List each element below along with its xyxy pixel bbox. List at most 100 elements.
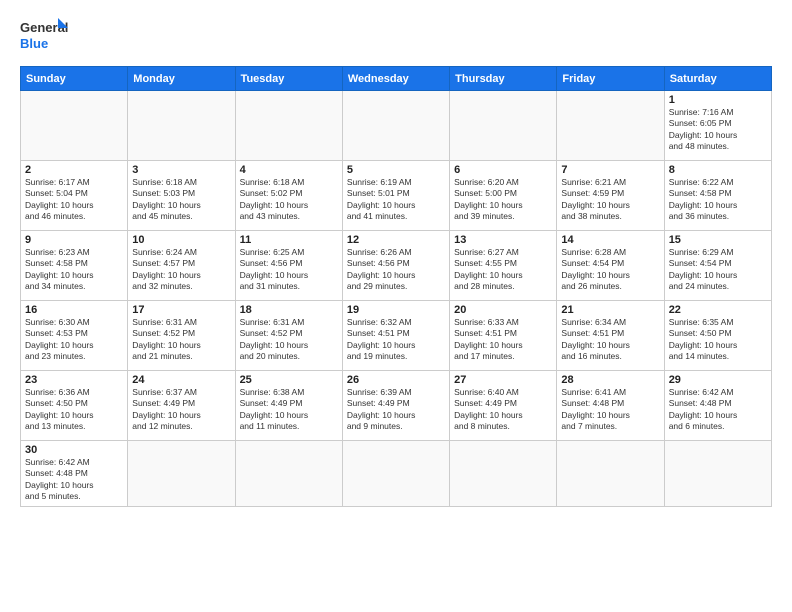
- day-number: 26: [347, 374, 445, 386]
- day-info: Sunrise: 6:18 AM Sunset: 5:02 PM Dayligh…: [240, 177, 338, 223]
- day-number: 18: [240, 304, 338, 316]
- calendar-cell: 27Sunrise: 6:40 AM Sunset: 4:49 PM Dayli…: [450, 371, 557, 441]
- day-number: 12: [347, 234, 445, 246]
- calendar-week-row: 2Sunrise: 6:17 AM Sunset: 5:04 PM Daylig…: [21, 161, 772, 231]
- day-number: 4: [240, 164, 338, 176]
- day-number: 9: [25, 234, 123, 246]
- calendar-cell: 16Sunrise: 6:30 AM Sunset: 4:53 PM Dayli…: [21, 301, 128, 371]
- calendar-cell: 10Sunrise: 6:24 AM Sunset: 4:57 PM Dayli…: [128, 231, 235, 301]
- day-info: Sunrise: 6:29 AM Sunset: 4:54 PM Dayligh…: [669, 247, 767, 293]
- page: General Blue SundayMondayTuesdayWednesda…: [0, 0, 792, 612]
- calendar-cell: [235, 441, 342, 507]
- col-header-saturday: Saturday: [664, 67, 771, 91]
- svg-text:Blue: Blue: [20, 36, 48, 51]
- day-info: Sunrise: 6:20 AM Sunset: 5:00 PM Dayligh…: [454, 177, 552, 223]
- calendar-cell: 23Sunrise: 6:36 AM Sunset: 4:50 PM Dayli…: [21, 371, 128, 441]
- day-number: 2: [25, 164, 123, 176]
- calendar-cell: [342, 91, 449, 161]
- calendar-cell: 14Sunrise: 6:28 AM Sunset: 4:54 PM Dayli…: [557, 231, 664, 301]
- day-info: Sunrise: 6:25 AM Sunset: 4:56 PM Dayligh…: [240, 247, 338, 293]
- col-header-friday: Friday: [557, 67, 664, 91]
- day-number: 22: [669, 304, 767, 316]
- day-number: 30: [25, 444, 123, 456]
- day-info: Sunrise: 6:42 AM Sunset: 4:48 PM Dayligh…: [669, 387, 767, 433]
- day-info: Sunrise: 6:18 AM Sunset: 5:03 PM Dayligh…: [132, 177, 230, 223]
- day-number: 1: [669, 94, 767, 106]
- calendar-cell: 12Sunrise: 6:26 AM Sunset: 4:56 PM Dayli…: [342, 231, 449, 301]
- day-number: 6: [454, 164, 552, 176]
- day-number: 7: [561, 164, 659, 176]
- day-info: Sunrise: 6:36 AM Sunset: 4:50 PM Dayligh…: [25, 387, 123, 433]
- day-info: Sunrise: 6:39 AM Sunset: 4:49 PM Dayligh…: [347, 387, 445, 433]
- day-number: 24: [132, 374, 230, 386]
- day-number: 16: [25, 304, 123, 316]
- col-header-wednesday: Wednesday: [342, 67, 449, 91]
- calendar-cell: 3Sunrise: 6:18 AM Sunset: 5:03 PM Daylig…: [128, 161, 235, 231]
- day-info: Sunrise: 6:31 AM Sunset: 4:52 PM Dayligh…: [132, 317, 230, 363]
- day-number: 17: [132, 304, 230, 316]
- day-info: Sunrise: 6:31 AM Sunset: 4:52 PM Dayligh…: [240, 317, 338, 363]
- day-number: 15: [669, 234, 767, 246]
- day-number: 5: [347, 164, 445, 176]
- calendar-cell: 7Sunrise: 6:21 AM Sunset: 4:59 PM Daylig…: [557, 161, 664, 231]
- calendar-cell: [450, 441, 557, 507]
- calendar-cell: [128, 441, 235, 507]
- col-header-sunday: Sunday: [21, 67, 128, 91]
- day-number: 8: [669, 164, 767, 176]
- day-number: 3: [132, 164, 230, 176]
- day-number: 10: [132, 234, 230, 246]
- calendar-cell: 25Sunrise: 6:38 AM Sunset: 4:49 PM Dayli…: [235, 371, 342, 441]
- day-number: 25: [240, 374, 338, 386]
- calendar-cell: 1Sunrise: 7:16 AM Sunset: 6:05 PM Daylig…: [664, 91, 771, 161]
- day-info: Sunrise: 6:42 AM Sunset: 4:48 PM Dayligh…: [25, 457, 123, 503]
- calendar-cell: 20Sunrise: 6:33 AM Sunset: 4:51 PM Dayli…: [450, 301, 557, 371]
- calendar-cell: [557, 91, 664, 161]
- day-info: Sunrise: 6:34 AM Sunset: 4:51 PM Dayligh…: [561, 317, 659, 363]
- calendar-cell: 24Sunrise: 6:37 AM Sunset: 4:49 PM Dayli…: [128, 371, 235, 441]
- day-info: Sunrise: 6:30 AM Sunset: 4:53 PM Dayligh…: [25, 317, 123, 363]
- col-header-tuesday: Tuesday: [235, 67, 342, 91]
- calendar-cell: 4Sunrise: 6:18 AM Sunset: 5:02 PM Daylig…: [235, 161, 342, 231]
- day-info: Sunrise: 6:35 AM Sunset: 4:50 PM Dayligh…: [669, 317, 767, 363]
- col-header-thursday: Thursday: [450, 67, 557, 91]
- col-header-monday: Monday: [128, 67, 235, 91]
- calendar-cell: 19Sunrise: 6:32 AM Sunset: 4:51 PM Dayli…: [342, 301, 449, 371]
- calendar-cell: 5Sunrise: 6:19 AM Sunset: 5:01 PM Daylig…: [342, 161, 449, 231]
- calendar-cell: 17Sunrise: 6:31 AM Sunset: 4:52 PM Dayli…: [128, 301, 235, 371]
- logo: General Blue: [20, 16, 70, 56]
- day-info: Sunrise: 6:21 AM Sunset: 4:59 PM Dayligh…: [561, 177, 659, 223]
- calendar-cell: 28Sunrise: 6:41 AM Sunset: 4:48 PM Dayli…: [557, 371, 664, 441]
- day-number: 13: [454, 234, 552, 246]
- calendar-cell: 2Sunrise: 6:17 AM Sunset: 5:04 PM Daylig…: [21, 161, 128, 231]
- day-info: Sunrise: 6:19 AM Sunset: 5:01 PM Dayligh…: [347, 177, 445, 223]
- day-info: Sunrise: 6:41 AM Sunset: 4:48 PM Dayligh…: [561, 387, 659, 433]
- calendar-cell: 30Sunrise: 6:42 AM Sunset: 4:48 PM Dayli…: [21, 441, 128, 507]
- calendar-week-row: 9Sunrise: 6:23 AM Sunset: 4:58 PM Daylig…: [21, 231, 772, 301]
- calendar-cell: 9Sunrise: 6:23 AM Sunset: 4:58 PM Daylig…: [21, 231, 128, 301]
- calendar-cell: 26Sunrise: 6:39 AM Sunset: 4:49 PM Dayli…: [342, 371, 449, 441]
- calendar-cell: [557, 441, 664, 507]
- calendar-header-row: SundayMondayTuesdayWednesdayThursdayFrid…: [21, 67, 772, 91]
- day-info: Sunrise: 6:37 AM Sunset: 4:49 PM Dayligh…: [132, 387, 230, 433]
- day-number: 29: [669, 374, 767, 386]
- calendar-cell: 13Sunrise: 6:27 AM Sunset: 4:55 PM Dayli…: [450, 231, 557, 301]
- calendar-week-row: 1Sunrise: 7:16 AM Sunset: 6:05 PM Daylig…: [21, 91, 772, 161]
- calendar-cell: [342, 441, 449, 507]
- calendar-cell: 18Sunrise: 6:31 AM Sunset: 4:52 PM Dayli…: [235, 301, 342, 371]
- day-number: 23: [25, 374, 123, 386]
- day-info: Sunrise: 6:23 AM Sunset: 4:58 PM Dayligh…: [25, 247, 123, 293]
- calendar-cell: 21Sunrise: 6:34 AM Sunset: 4:51 PM Dayli…: [557, 301, 664, 371]
- day-number: 14: [561, 234, 659, 246]
- calendar-cell: [235, 91, 342, 161]
- day-info: Sunrise: 6:24 AM Sunset: 4:57 PM Dayligh…: [132, 247, 230, 293]
- calendar-cell: 29Sunrise: 6:42 AM Sunset: 4:48 PM Dayli…: [664, 371, 771, 441]
- day-number: 20: [454, 304, 552, 316]
- day-number: 27: [454, 374, 552, 386]
- day-number: 28: [561, 374, 659, 386]
- day-info: Sunrise: 6:32 AM Sunset: 4:51 PM Dayligh…: [347, 317, 445, 363]
- calendar-cell: [664, 441, 771, 507]
- calendar-cell: 8Sunrise: 6:22 AM Sunset: 4:58 PM Daylig…: [664, 161, 771, 231]
- day-info: Sunrise: 6:38 AM Sunset: 4:49 PM Dayligh…: [240, 387, 338, 433]
- day-number: 21: [561, 304, 659, 316]
- day-info: Sunrise: 6:40 AM Sunset: 4:49 PM Dayligh…: [454, 387, 552, 433]
